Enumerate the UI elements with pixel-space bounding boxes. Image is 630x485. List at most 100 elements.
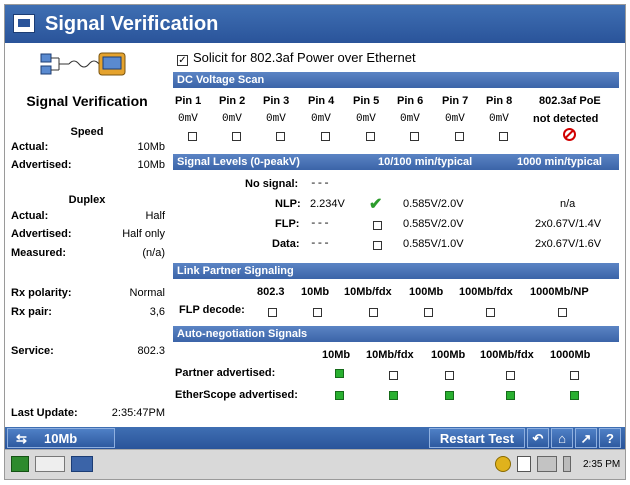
auto-col-header: 100Mb/fdx	[480, 349, 534, 361]
partner-advertised-indicator	[389, 369, 398, 381]
left-panel: Signal Verification Speed Actual: 10Mb Ad…	[5, 43, 169, 427]
app-task-icon[interactable]	[71, 456, 93, 472]
flp-decode-label: FLP decode:	[179, 304, 245, 316]
no-signal-label: No signal:	[245, 178, 299, 190]
duplex-advertised-value: Half only	[122, 228, 165, 240]
rx-polarity-row: Rx polarity: Normal	[11, 287, 165, 299]
pin-label: Pin 3	[263, 95, 290, 107]
rx-pair-row: Rx pair: 3,6	[11, 306, 165, 318]
clipboard-icon[interactable]	[517, 456, 531, 472]
data-gig: 2x0.67V/1.6V	[535, 238, 602, 250]
link-speed-label: 10Mb	[44, 431, 78, 446]
flp-decode-checkbox	[424, 306, 433, 318]
dc-voltage-title: DC Voltage Scan	[177, 74, 265, 86]
link-partner-header: Link Partner Signaling	[173, 263, 619, 279]
taskbar: 2:35 PM	[5, 449, 625, 479]
duplex-measured-label: Measured:	[11, 247, 67, 259]
back-button[interactable]: ↶	[527, 428, 549, 448]
etherscope-advertised-label: EtherScope advertised:	[175, 389, 298, 401]
bottom-toolbar: ⇆ 10Mb Restart Test ↶ ⌂ ↗ ?	[5, 427, 625, 449]
duplex-measured-value: (n/a)	[142, 247, 165, 259]
window-title: Signal Verification	[45, 13, 219, 35]
help-button[interactable]: ?	[599, 428, 621, 448]
pin-checkbox	[455, 130, 464, 142]
pin-voltage: 0mV	[222, 113, 242, 125]
poe-solicit-option[interactable]: ✓ Solicit for 802.3af Power over Ethernet	[177, 50, 416, 66]
pin-voltage: 0mV	[400, 113, 420, 125]
etherscope-advertised-indicator	[570, 391, 579, 403]
pin-voltage: 0mV	[445, 113, 465, 125]
pin-checkbox	[410, 130, 419, 142]
auto-col-header: 100Mb	[431, 349, 466, 361]
pin-label: Pin 6	[397, 95, 424, 107]
last-update-row: Last Update: 2:35:47PM	[11, 407, 165, 419]
pin-label: Pin 7	[442, 95, 469, 107]
speed-actual-value: 10Mb	[137, 141, 165, 153]
poe-solicit-label: Solicit for 802.3af Power over Ethernet	[193, 50, 416, 65]
pin-checkbox	[321, 130, 330, 142]
tools-button[interactable]: ↗	[575, 428, 597, 448]
app-window: Signal Verification Signal Verification …	[4, 4, 626, 480]
etherscope-advertised-indicator	[335, 391, 344, 403]
speed-advertised-row: Advertised: 10Mb	[11, 159, 165, 171]
auto-col-header: 1000Mb	[550, 349, 591, 361]
flp-value: ---	[310, 218, 330, 230]
no-signal-value: ---	[310, 178, 330, 190]
duplex-measured-row: Measured: (n/a)	[11, 247, 165, 259]
volume-icon[interactable]	[537, 456, 557, 472]
pin-checkbox	[188, 130, 197, 142]
wrench-icon: ↗	[580, 431, 592, 446]
flp-checkbox	[373, 219, 382, 231]
service-label: Service:	[11, 345, 54, 357]
auto-negotiation-header: Auto-negotiation Signals	[173, 326, 619, 342]
data-label: Data:	[272, 238, 300, 250]
flp-gig: 2x0.67V/1.4V	[535, 218, 602, 230]
nlp-label: NLP:	[275, 198, 301, 210]
poe-label: 802.3af PoE	[539, 95, 601, 107]
last-update-value: 2:35:47PM	[111, 407, 165, 419]
pin-label: Pin 5	[353, 95, 380, 107]
data-checkbox	[373, 239, 382, 251]
speed-advertised-value: 10Mb	[137, 159, 165, 171]
network-status-icon[interactable]	[495, 456, 511, 472]
pin-voltage: 0mV	[311, 113, 331, 125]
speed-heading: Speed	[70, 126, 104, 138]
pin-label: Pin 2	[219, 95, 246, 107]
link-speed-button[interactable]: ⇆ 10Mb	[7, 428, 115, 448]
restart-test-button[interactable]: Restart Test	[429, 428, 525, 448]
window-icon[interactable]	[13, 14, 35, 33]
partner-advertised-indicator	[335, 369, 344, 381]
home-button[interactable]: ⌂	[551, 428, 573, 448]
partner-advertised-indicator	[506, 369, 515, 381]
flp-decode-checkbox	[268, 306, 277, 318]
link-col-header: 100Mb/fdx	[459, 286, 513, 298]
title-bar: Signal Verification	[5, 5, 625, 43]
signal-1000-header: 1000 min/typical	[517, 156, 602, 168]
rx-pair-value: 3,6	[149, 306, 165, 318]
partner-advertised-indicator	[445, 369, 454, 381]
start-menu-icon[interactable]	[11, 456, 29, 472]
rx-polarity-value: Normal	[129, 287, 165, 299]
duplex-advertised-row: Advertised: Half only	[11, 228, 165, 240]
clock: 2:35 PM	[583, 459, 621, 470]
link-col-header: 100Mb	[409, 286, 444, 298]
flp-decode-checkbox	[369, 306, 378, 318]
data-value: ---	[310, 238, 330, 250]
signal-10-100-header: 10/100 min/typical	[378, 156, 473, 168]
back-arrow-icon: ↶	[532, 431, 544, 446]
service-value: 802.3	[137, 345, 165, 357]
flp-decode-checkbox	[558, 306, 567, 318]
partner-advertised-label: Partner advertised:	[175, 367, 276, 379]
poe-solicit-checkbox[interactable]: ✓	[177, 55, 188, 66]
speed-actual-label: Actual:	[11, 141, 49, 153]
pin-voltage: 0mV	[356, 113, 376, 125]
battery-icon	[563, 456, 571, 472]
link-col-header: 1000Mb/NP	[530, 286, 589, 298]
keyboard-icon[interactable]	[35, 456, 65, 472]
nlp-detected-check-icon: ✔	[369, 196, 383, 213]
speed-actual-row: Actual: 10Mb	[11, 141, 165, 153]
speed-advertised-label: Advertised:	[11, 159, 72, 171]
pin-voltage: 0mV	[178, 113, 198, 125]
auto-col-header: 10Mb/fdx	[366, 349, 414, 361]
duplex-actual-row: Actual: Half	[11, 210, 165, 222]
